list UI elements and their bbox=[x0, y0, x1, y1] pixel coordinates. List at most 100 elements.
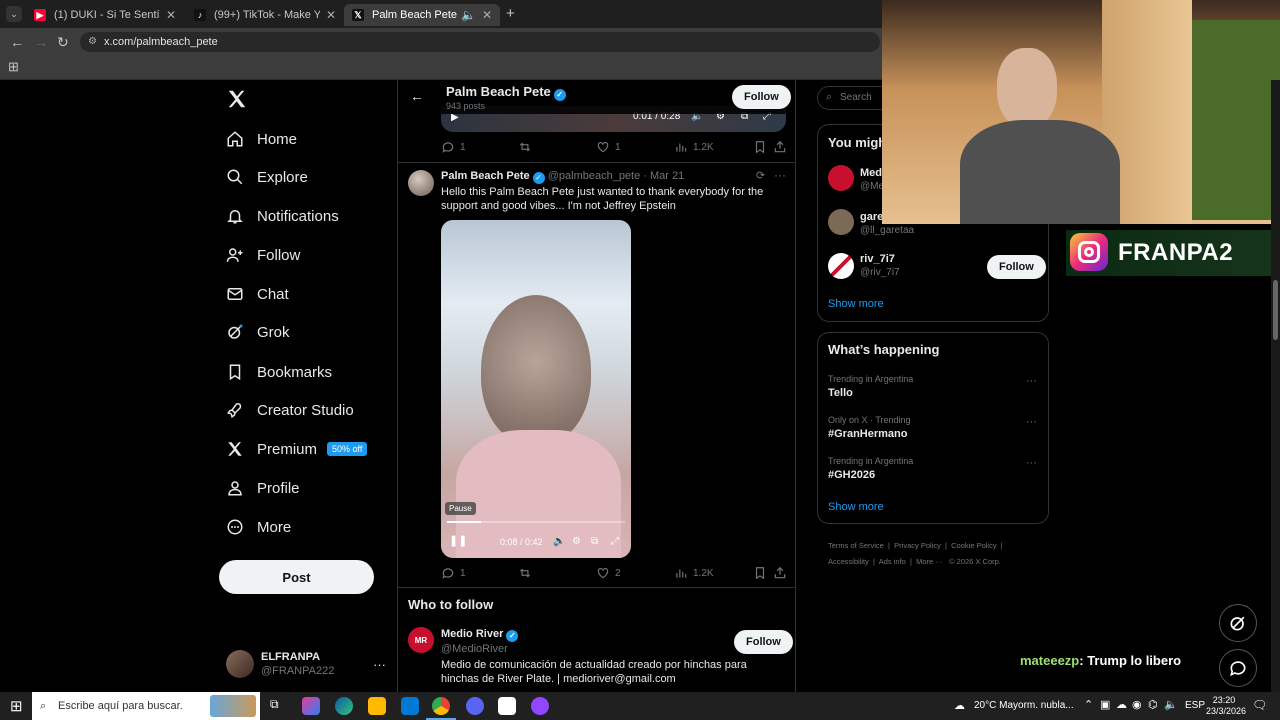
new-tab-button[interactable]: + bbox=[506, 5, 515, 22]
nav-profile[interactable]: Profile bbox=[226, 476, 300, 500]
x-logo[interactable] bbox=[226, 88, 248, 113]
grok-explain-icon[interactable]: ⟳ bbox=[756, 169, 765, 182]
apps-grid-icon[interactable]: ⊞ bbox=[8, 59, 19, 75]
close-icon[interactable]: ✕ bbox=[166, 8, 176, 22]
edge-icon[interactable] bbox=[335, 697, 353, 715]
like-button[interactable]: 2 bbox=[596, 566, 621, 580]
nav-more[interactable]: More bbox=[226, 515, 291, 539]
more-dots-icon[interactable]: ··· bbox=[774, 168, 786, 182]
nav-home[interactable]: Home bbox=[226, 127, 297, 151]
volume-icon[interactable]: 🔈 bbox=[1164, 698, 1178, 711]
like-button[interactable]: 1 bbox=[596, 140, 621, 154]
language-indicator[interactable]: ESP bbox=[1185, 700, 1205, 711]
post-button[interactable]: Post bbox=[219, 560, 374, 594]
scrollbar-thumb[interactable] bbox=[1273, 280, 1278, 340]
footer-link[interactable]: Terms of Service bbox=[828, 541, 884, 550]
discord-icon[interactable] bbox=[466, 697, 484, 715]
back-arrow-icon[interactable]: ← bbox=[410, 88, 424, 104]
post-video[interactable]: Pause ❚❚ 0:08 / 0:42 🔈 ⚙ ⧉ ⤢ bbox=[441, 220, 631, 558]
suggested-account-name[interactable]: Medio River ✓ bbox=[441, 628, 519, 642]
obs-icon[interactable] bbox=[531, 697, 549, 715]
suggestion-name[interactable]: riv_7i7 bbox=[860, 253, 895, 265]
weather-icon[interactable]: ☁ bbox=[954, 699, 965, 712]
cloud-icon[interactable]: ☁ bbox=[1116, 698, 1127, 711]
browser-tab-x[interactable]: 𝕏 Palm Beach Pete (@palmbe 🔈 ✕ bbox=[344, 4, 500, 26]
taskbar-search-box[interactable]: ⌕ Escribe aquí para buscar. bbox=[32, 692, 260, 720]
footer-link[interactable]: Accessibility bbox=[828, 557, 869, 566]
follow-button[interactable]: Follow bbox=[734, 630, 793, 654]
more-dots-icon[interactable]: ··· bbox=[1026, 416, 1037, 428]
more-dots-icon[interactable]: ··· bbox=[1026, 457, 1037, 469]
notifications-icon[interactable]: 🗨 bbox=[1252, 698, 1267, 712]
avatar[interactable] bbox=[828, 209, 854, 235]
footer-link[interactable]: More ··· bbox=[916, 557, 943, 566]
network-icon[interactable]: ⌬ bbox=[1148, 698, 1158, 711]
reload-icon[interactable]: ↻ bbox=[57, 34, 69, 51]
volume-icon[interactable]: 🔈 bbox=[553, 536, 565, 547]
tray-app-icon[interactable]: ◉ bbox=[1132, 698, 1142, 711]
browser-tab-tiktok[interactable]: ♪ (99+) TikTok - Make Your Day ✕ bbox=[186, 4, 344, 26]
author-name[interactable]: Palm Beach Pete bbox=[441, 170, 530, 182]
close-icon[interactable]: ✕ bbox=[326, 8, 336, 22]
task-view-icon[interactable]: ⧉ bbox=[270, 697, 279, 712]
tab-search-button[interactable]: ⌄ bbox=[6, 6, 22, 22]
footer-link[interactable]: Privacy Policy bbox=[894, 541, 941, 550]
bookmark-button[interactable] bbox=[753, 566, 767, 580]
pause-icon[interactable]: ❚❚ bbox=[449, 534, 467, 547]
post-date[interactable]: · Mar 21 bbox=[643, 170, 684, 182]
close-icon[interactable]: ✕ bbox=[482, 8, 492, 22]
nav-bookmarks[interactable]: Bookmarks bbox=[226, 360, 332, 384]
views-button[interactable]: 1.2K bbox=[674, 566, 714, 580]
avatar[interactable] bbox=[828, 253, 854, 279]
mail-icon[interactable] bbox=[401, 697, 419, 715]
avatar[interactable] bbox=[828, 165, 854, 191]
bookmark-button[interactable] bbox=[753, 140, 767, 154]
chrome-icon[interactable] bbox=[432, 697, 450, 715]
avatar[interactable]: MR bbox=[408, 627, 434, 653]
more-dots-icon[interactable]: ··· bbox=[1026, 375, 1037, 387]
nav-premium[interactable]: Premium 50% off bbox=[226, 437, 368, 461]
reply-button[interactable]: 1 bbox=[441, 140, 466, 154]
trend-item[interactable]: Trending in Argentina Tello bbox=[828, 374, 913, 399]
nav-explore[interactable]: Explore bbox=[226, 165, 308, 189]
capcut-icon[interactable] bbox=[498, 697, 516, 715]
file-explorer-icon[interactable] bbox=[368, 697, 386, 715]
more-dots-icon[interactable]: ··· bbox=[373, 657, 386, 672]
settings-icon[interactable]: ⚙ bbox=[572, 536, 581, 547]
share-button[interactable] bbox=[773, 140, 787, 154]
browser-tab-youtube[interactable]: ▶ (1) DUKI - Si Te Sentís Sola (Vid ✕ bbox=[26, 4, 184, 26]
clock[interactable]: 23:20 23/3/2026 bbox=[1206, 695, 1246, 717]
back-icon[interactable]: ← bbox=[10, 34, 24, 50]
account-switcher[interactable]: ELFRANPA @FRANPA222 ··· bbox=[226, 648, 386, 680]
follow-button[interactable]: Follow bbox=[732, 85, 791, 109]
site-info-icon[interactable]: ⚙ bbox=[88, 32, 97, 52]
follow-button[interactable]: Follow bbox=[987, 255, 1046, 279]
avatar[interactable] bbox=[408, 170, 434, 196]
nav-creator-studio[interactable]: Creator Studio bbox=[226, 398, 354, 422]
grok-float-button[interactable] bbox=[1219, 604, 1257, 642]
fullscreen-icon[interactable]: ⤢ bbox=[611, 536, 619, 547]
messages-float-button[interactable] bbox=[1219, 649, 1257, 687]
footer-link[interactable]: Ads info bbox=[879, 557, 906, 566]
copilot-icon[interactable] bbox=[302, 697, 320, 715]
show-more-link[interactable]: Show more bbox=[828, 298, 884, 310]
weather-text[interactable]: 20°C Mayorm. nubla... bbox=[974, 700, 1074, 711]
nav-grok[interactable]: Grok bbox=[226, 320, 290, 344]
url-field[interactable]: ⚙ x.com/palmbeach_pete bbox=[80, 32, 880, 52]
nav-follow[interactable]: Follow bbox=[226, 243, 300, 267]
share-button[interactable] bbox=[773, 566, 787, 580]
footer-link[interactable]: Cookie Policy bbox=[951, 541, 996, 550]
reply-button[interactable]: 1 bbox=[441, 566, 466, 580]
suggestion-name[interactable]: gare bbox=[860, 211, 883, 223]
repost-button[interactable] bbox=[518, 566, 532, 580]
forward-icon[interactable]: → bbox=[34, 34, 48, 50]
show-more-link[interactable]: Show more bbox=[828, 501, 884, 513]
windows-start-icon[interactable]: ⊞ bbox=[10, 697, 23, 715]
trend-item[interactable]: Only on X · Trending #GranHermano bbox=[828, 415, 911, 440]
views-button[interactable]: 1.2K bbox=[674, 140, 714, 154]
page-scrollbar[interactable] bbox=[1271, 80, 1280, 692]
nav-notifications[interactable]: Notifications bbox=[226, 204, 339, 228]
tray-app-icon[interactable]: ▣ bbox=[1100, 698, 1110, 711]
tray-chevron-icon[interactable]: ⌃ bbox=[1084, 698, 1093, 711]
repost-button[interactable] bbox=[518, 140, 532, 154]
